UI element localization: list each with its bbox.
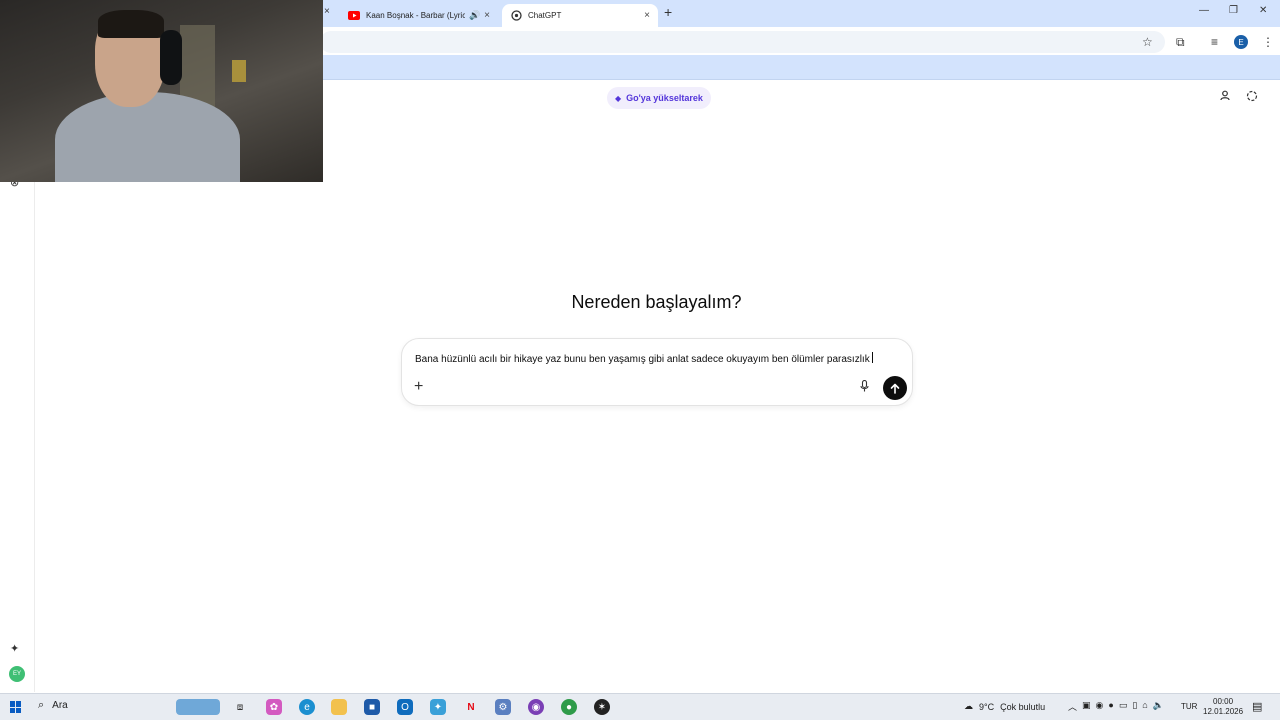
photos-icon[interactable]: ✦ <box>430 699 446 715</box>
notifications-icon[interactable]: ▤ <box>1252 700 1262 713</box>
netflix-icon[interactable]: N <box>463 699 479 715</box>
close-tab-icon[interactable]: × <box>324 6 330 17</box>
attach-plus-button[interactable]: + <box>414 379 423 395</box>
upgrade-button[interactable]: ◆ Go'ya yükseltarek <box>607 87 711 109</box>
settings-app-icon[interactable]: ⚙ <box>495 699 511 715</box>
windows-start-icon[interactable] <box>10 701 22 713</box>
language-indicator[interactable]: TUR <box>1181 702 1197 711</box>
media-control-icon[interactable]: ≡ <box>1211 35 1218 49</box>
microphone-icon[interactable]: ● <box>1108 700 1113 713</box>
tab-title: ChatGPT <box>528 11 562 20</box>
system-tray[interactable]: ︿ ▣ ◉ ● ▭ ▯ ⌂ 🔈 <box>1068 700 1164 713</box>
user-avatar[interactable]: EY <box>9 666 25 682</box>
app-icon[interactable]: ✶ <box>594 699 610 715</box>
tab-title: Kaan Boşnak - Barbar (Lyric <box>366 11 465 20</box>
windows-taskbar: ⌕ Ara ⧈ ✿ e ■ O ✦ N ⚙ ◉ ● ✶ ☁ 9°C Çok bu… <box>0 693 1280 720</box>
minimize-icon[interactable]: — <box>1199 5 1209 16</box>
tab-chatgpt[interactable]: ChatGPT × <box>502 4 658 27</box>
edge-icon[interactable]: e <box>299 699 315 715</box>
task-view-icon[interactable]: ⧈ <box>232 699 248 715</box>
restore-icon[interactable]: ❐ <box>1229 5 1238 16</box>
close-tab-icon[interactable]: × <box>644 10 650 21</box>
tray-app-icon[interactable]: ▣ <box>1082 700 1091 713</box>
file-explorer-icon[interactable] <box>331 699 347 715</box>
clock[interactable]: 00:00 12.01.2026 <box>1203 697 1243 717</box>
prompt-input[interactable]: Bana hüzünlü acılı bir hikaye yaz bunu b… <box>415 352 905 365</box>
volume-icon[interactable]: 🔈 <box>1153 700 1164 713</box>
network-icon[interactable]: ⌂ <box>1142 700 1147 713</box>
taskbar-search[interactable]: ⌕ Ara <box>38 699 68 712</box>
date: 12.01.2026 <box>1203 707 1244 716</box>
browser-menu-icon[interactable]: ⋮ <box>1262 35 1274 49</box>
speaker-icon[interactable]: 🔊 <box>469 10 480 21</box>
chevron-up-icon[interactable]: ︿ <box>1068 700 1077 713</box>
weather-cloud-icon: ☁ <box>964 701 973 711</box>
bookmark-star-icon[interactable]: ☆ <box>1142 35 1153 49</box>
search-icon: ⌕ <box>38 699 45 711</box>
weather-widget[interactable]: ☁ 9°C Çok bulutlu <box>964 701 1045 712</box>
tab-youtube[interactable]: Kaan Boşnak - Barbar (Lyric 🔊 × <box>340 4 498 27</box>
new-tab-button[interactable]: + <box>664 4 672 20</box>
close-tab-icon[interactable]: × <box>484 10 490 21</box>
search-label: Ara <box>52 700 68 711</box>
add-people-icon[interactable] <box>1220 90 1231 104</box>
time: 00:00 <box>1213 697 1234 706</box>
search-highlight-icon[interactable] <box>176 699 220 715</box>
messenger-icon[interactable]: ◉ <box>528 699 544 715</box>
temporary-chat-icon[interactable] <box>1246 90 1258 105</box>
extensions-icon[interactable]: ⧉ <box>1176 35 1185 50</box>
address-bar[interactable] <box>320 31 1165 53</box>
upgrade-label: Go'ya yükseltarek <box>626 93 703 103</box>
send-button[interactable] <box>883 376 907 400</box>
weather-text: Çok bulutlu <box>1000 701 1046 712</box>
chrome-icon[interactable]: ● <box>561 699 577 715</box>
webcam-overlay <box>0 0 323 182</box>
weather-temp: 9°C <box>979 701 995 712</box>
window-close-icon[interactable]: ✕ <box>1259 5 1267 16</box>
chatgpt-icon <box>510 10 522 22</box>
page-title: Nereden başlayalım? <box>571 292 742 312</box>
youtube-icon <box>348 10 360 22</box>
microphone-icon[interactable] <box>860 379 869 395</box>
tray-app-icon[interactable]: ▭ <box>1119 700 1128 713</box>
outlook-icon[interactable]: O <box>397 699 413 715</box>
diamond-icon: ◆ <box>615 93 622 103</box>
sparkle-icon[interactable]: ✦ <box>10 642 19 655</box>
copilot-icon[interactable]: ✿ <box>266 699 282 715</box>
tray-app-icon[interactable]: ◉ <box>1096 700 1104 713</box>
prompt-composer[interactable]: Bana hüzünlü acılı bir hikaye yaz bunu b… <box>401 338 913 406</box>
profile-avatar[interactable]: E <box>1234 35 1248 49</box>
store-icon[interactable]: ■ <box>364 699 380 715</box>
battery-icon[interactable]: ▯ <box>1132 700 1137 713</box>
